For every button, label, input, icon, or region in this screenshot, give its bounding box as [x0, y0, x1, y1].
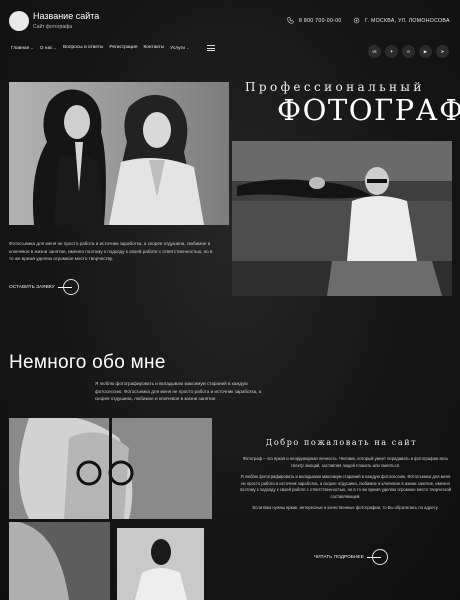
hero-eyebrow: Профессиональный	[245, 80, 425, 94]
main-nav: Главная О нас Вопросы и ответы Регистрац…	[11, 45, 189, 51]
read-more-button[interactable]: ЧИТАТЬ ПОДРОБНЕЕ	[314, 549, 388, 565]
nav-item-services[interactable]: Услуги	[170, 45, 189, 51]
hero-photo-couple	[232, 141, 452, 296]
about-title: Немного обо мне	[9, 352, 166, 373]
phone-contact[interactable]: 8 800 700-00-00	[287, 17, 342, 24]
nav-item-register[interactable]: Регистрация	[109, 45, 137, 51]
about-photo-3	[117, 528, 204, 600]
request-button[interactable]: ОСТАВИТЬ ЗАЯВКУ	[9, 279, 79, 295]
site-title[interactable]: Название сайта	[33, 11, 99, 21]
arrow-right-icon	[366, 549, 388, 565]
hero-title: ФОТОГРАФ	[277, 93, 460, 127]
odnoklassniki-icon[interactable]: ꝋ	[402, 45, 415, 58]
address-contact: Г. МОСКВА, УЛ. ЛОМОНОСОВА	[353, 17, 450, 24]
arrow-right-icon	[57, 279, 79, 295]
welcome-paragraph-1: Фотограф – это яркая и неординарная личн…	[242, 456, 449, 468]
location-icon	[353, 17, 360, 24]
hero-photo-women	[9, 82, 229, 225]
welcome-paragraph-3: Если Вам нужны яркие, интересные и качес…	[252, 505, 439, 510]
vk-icon[interactable]: vk	[368, 45, 381, 58]
twitter-icon[interactable]: ✦	[385, 45, 398, 58]
request-button-label: ОСТАВИТЬ ЗАЯВКУ	[9, 284, 55, 290]
welcome-text: Фотограф – это яркая и неординарная личн…	[238, 456, 453, 517]
welcome-paragraph-2: Я люблю фотографировать и вкладываю макс…	[239, 474, 452, 499]
nav-item-about[interactable]: О нас	[40, 45, 57, 51]
about-photo-glasses	[9, 418, 212, 519]
about-photo-2	[9, 522, 110, 600]
nav-item-home[interactable]: Главная	[11, 45, 34, 51]
about-text: Я люблю фотографировать и вкладываю макс…	[95, 381, 262, 401]
menu-burger-icon[interactable]	[207, 45, 215, 53]
phone-icon	[287, 17, 294, 24]
welcome-title: Добро пожаловать на сайт	[265, 438, 418, 447]
site-subtitle: Сайт фотографа	[33, 24, 72, 30]
phone-number: 8 800 700-00-00	[299, 17, 342, 24]
site-logo[interactable]	[9, 11, 29, 31]
address-text: Г. МОСКВА, УЛ. ЛОМОНОСОВА	[365, 17, 450, 24]
hero-description: Фотосъемка для меня не просто работа и и…	[9, 241, 213, 261]
telegram-icon[interactable]: ➤	[436, 45, 449, 58]
nav-item-faq[interactable]: Вопросы и ответы	[63, 45, 103, 51]
read-more-label: ЧИТАТЬ ПОДРОБНЕЕ	[314, 554, 364, 560]
social-links: vk ✦ ꝋ ▶ ➤	[368, 45, 449, 58]
nav-item-contacts[interactable]: Контакты	[143, 45, 164, 51]
youtube-icon[interactable]: ▶	[419, 45, 432, 58]
